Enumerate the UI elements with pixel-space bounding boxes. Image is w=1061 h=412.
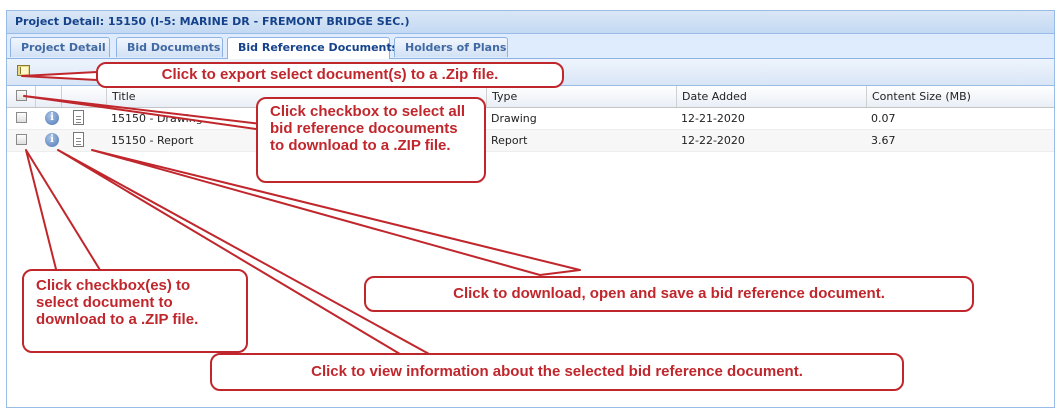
callout-download: Click to download, open and save a bid r… xyxy=(364,276,974,312)
callout-info-text: Click to view information about the sele… xyxy=(311,363,803,380)
callout-select-doc-text: Click checkbox(es) to select document to… xyxy=(36,277,199,328)
callout-select-all: Click checkbox to select all bid referen… xyxy=(256,97,486,183)
callout-select-doc: Click checkbox(es) to select document to… xyxy=(22,269,248,353)
callout-download-text: Click to download, open and save a bid r… xyxy=(453,285,885,302)
callout-export-text: Click to export select document(s) to a … xyxy=(161,66,499,83)
callout-export: Click to export select document(s) to a … xyxy=(96,62,564,88)
callout-info: Click to view information about the sele… xyxy=(210,353,904,391)
callout-select-all-text: Click checkbox to select all bid referen… xyxy=(270,103,466,154)
